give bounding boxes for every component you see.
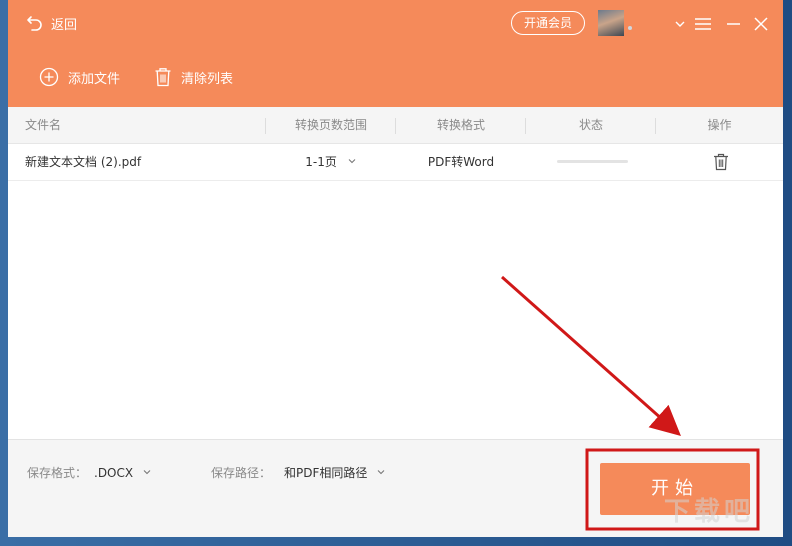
close-icon[interactable] [751, 14, 771, 34]
chevron-down-icon[interactable] [670, 14, 690, 34]
vip-button[interactable]: 开通会员 [511, 11, 585, 35]
status-progress-bar [557, 160, 628, 163]
back-label: 返回 [51, 17, 78, 33]
watermark-logo: 下载吧 [664, 497, 755, 527]
back-button[interactable]: 返回 [26, 13, 77, 33]
page-range-value: 1-1页 [305, 155, 337, 169]
chevron-down-icon [143, 470, 151, 475]
save-format-dropdown[interactable]: .DOCX [94, 465, 152, 481]
column-header-format: 转换格式 [436, 118, 485, 132]
chevron-down-icon [348, 159, 356, 164]
header-bar: 返回 开通会员 添加文件 清除列表 [8, 0, 783, 107]
trash-icon [155, 68, 171, 87]
add-file-button[interactable]: 添加文件 [39, 66, 120, 88]
file-table-header: 文件名 转换页数范围 转换格式 状态 操作 [8, 107, 783, 144]
clear-list-label: 清除列表 [181, 71, 234, 87]
chevron-down-icon [377, 470, 385, 475]
save-format-value: .DOCX [94, 466, 134, 480]
add-file-label: 添加文件 [68, 71, 121, 87]
avatar[interactable] [598, 10, 624, 36]
trash-icon[interactable] [713, 153, 729, 171]
column-header-status: 状态 [578, 118, 603, 132]
plus-circle-icon [39, 67, 59, 87]
save-path-dropdown[interactable]: 和PDF相同路径 [284, 465, 386, 481]
save-path-value: 和PDF相同路径 [284, 466, 368, 480]
clear-list-button[interactable]: 清除列表 [154, 66, 233, 88]
app-window: 返回 开通会员 添加文件 清除列表 文件名 转换页数范围 转换格式 状态 操作 … [8, 0, 783, 537]
online-status-dot [628, 26, 632, 30]
column-header-action: 操作 [707, 118, 732, 132]
page-range-dropdown[interactable]: 1-1页 [266, 144, 396, 180]
file-name: 新建文本文档 (2).pdf [25, 155, 142, 169]
table-row: 新建文本文档 (2).pdf 1-1页 PDF转Word [8, 144, 783, 181]
save-path-label: 保存路径： [211, 466, 272, 480]
minimize-icon[interactable] [724, 14, 744, 34]
column-header-page-range: 转换页数范围 [294, 118, 367, 132]
hamburger-icon[interactable] [693, 14, 713, 34]
convert-format: PDF转Word [427, 155, 495, 169]
column-header-filename: 文件名 [25, 118, 62, 132]
save-format-label: 保存格式： [27, 466, 88, 480]
back-arrow-icon [27, 16, 42, 31]
